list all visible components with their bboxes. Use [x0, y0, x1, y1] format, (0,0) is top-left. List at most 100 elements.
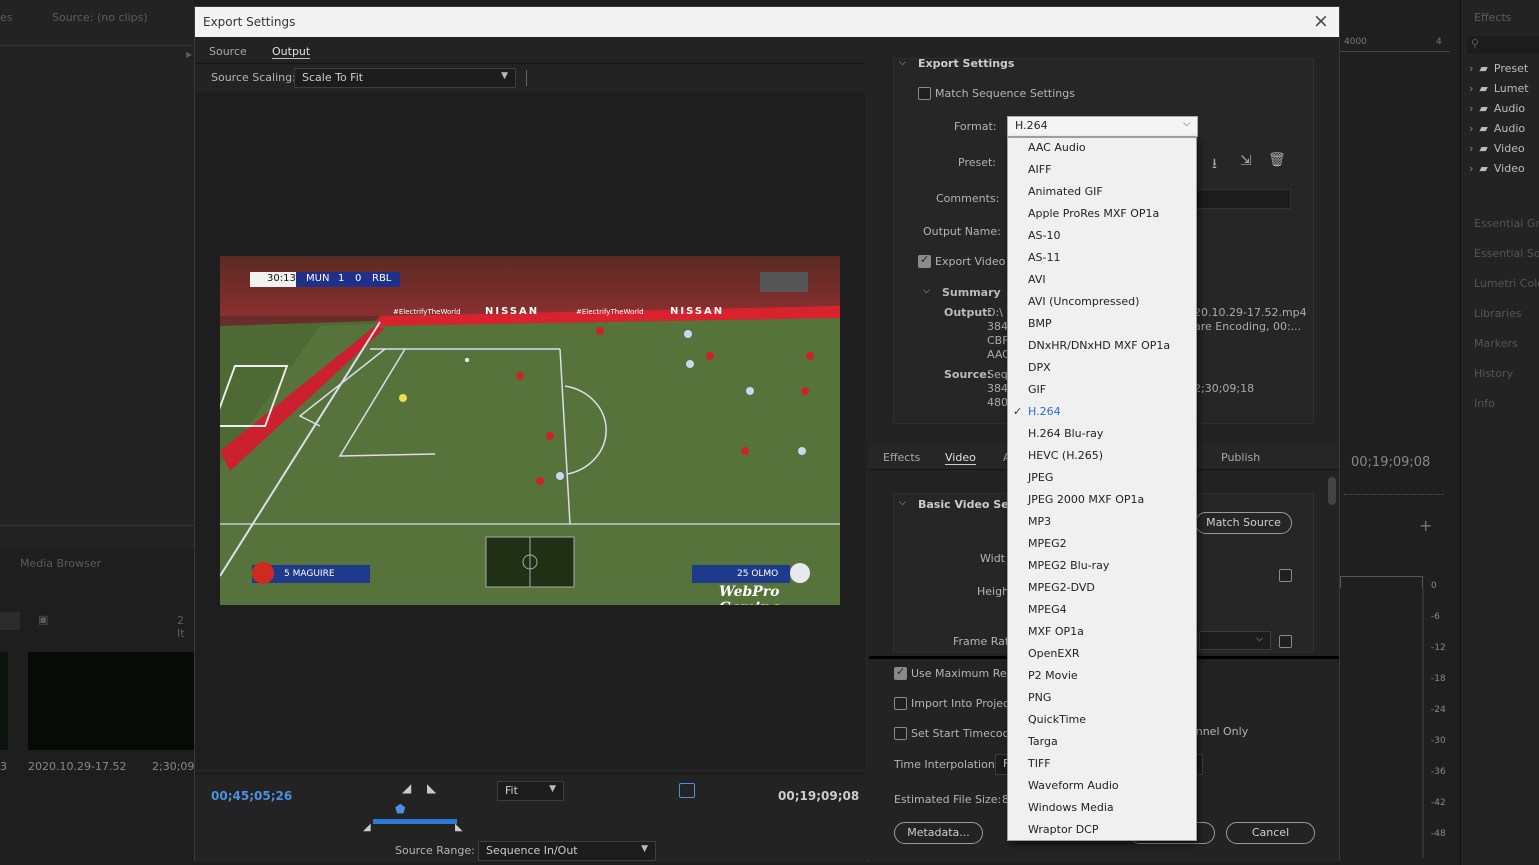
source-range-bar[interactable]: [373, 819, 457, 824]
timecode-in[interactable]: 00;45;05;26: [211, 789, 292, 803]
meter-tick-label: -6: [1431, 612, 1440, 622]
format-option[interactable]: H.264: [1008, 402, 1196, 424]
meter-tick-label: -42: [1431, 798, 1446, 808]
format-option[interactable]: QuickTime: [1008, 710, 1196, 732]
effects-item[interactable]: › ▰ Audio: [1469, 102, 1539, 120]
bg-source-tab[interactable]: Source: (no clips): [52, 11, 148, 24]
format-option[interactable]: DPX: [1008, 358, 1196, 380]
panel-tab[interactable]: Info: [1474, 397, 1539, 410]
chevron-down-icon[interactable]: ⌵: [899, 58, 906, 68]
tab-source[interactable]: Source: [209, 45, 247, 58]
comments-input[interactable]: [1191, 189, 1291, 209]
format-option[interactable]: AIFF: [1008, 160, 1196, 182]
mark-out-icon[interactable]: ◣: [427, 781, 436, 795]
clip-thumbnail[interactable]: [28, 652, 194, 750]
format-option[interactable]: MP3: [1008, 512, 1196, 534]
effects-search-input[interactable]: ⚲: [1467, 36, 1539, 54]
bg-tab-partial[interactable]: es: [0, 11, 13, 24]
format-option[interactable]: AVI: [1008, 270, 1196, 292]
format-option[interactable]: AS-11: [1008, 248, 1196, 270]
tab-video[interactable]: Video: [945, 451, 976, 465]
panel-tab[interactable]: Markers: [1474, 337, 1539, 350]
effects-item[interactable]: › ▰ Video: [1469, 142, 1539, 160]
timecode-out: 00;19;09;08: [778, 789, 860, 803]
format-option[interactable]: Targa: [1008, 732, 1196, 754]
tab-publish[interactable]: Publish: [1221, 451, 1260, 464]
zoom-select[interactable]: Fit ▼: [497, 781, 564, 801]
panel-tab[interactable]: History: [1474, 367, 1539, 380]
import-into-project-checkbox[interactable]: [894, 697, 907, 710]
format-option[interactable]: MPEG2 Blu-ray: [1008, 556, 1196, 578]
frame-rate-select[interactable]: ⌵: [1199, 631, 1271, 650]
export-video-checkbox[interactable]: [918, 253, 931, 268]
clip-thumbnail[interactable]: [0, 652, 8, 750]
format-option[interactable]: OpenEXR: [1008, 644, 1196, 666]
effects-title[interactable]: Effects: [1474, 11, 1511, 24]
clip-label: 3: [0, 760, 7, 773]
frame-rate-checkbox[interactable]: [1279, 635, 1292, 648]
set-start-timecode-checkbox[interactable]: [894, 727, 907, 740]
metadata-button[interactable]: Metadata...: [894, 822, 983, 844]
format-option[interactable]: HEVC (H.265): [1008, 446, 1196, 468]
delete-preset-icon[interactable]: 🗑: [1268, 152, 1286, 168]
format-option[interactable]: AVI (Uncompressed): [1008, 292, 1196, 314]
format-option[interactable]: MPEG2-DVD: [1008, 578, 1196, 600]
source-range-select[interactable]: Sequence In/Out ▼: [478, 841, 656, 861]
format-option[interactable]: AS-10: [1008, 226, 1196, 248]
summary-header[interactable]: Summary: [942, 286, 1001, 299]
format-option[interactable]: TIFF: [1008, 754, 1196, 776]
format-option[interactable]: PNG: [1008, 688, 1196, 710]
playhead-icon[interactable]: ⬟: [395, 802, 405, 816]
scrollbar[interactable]: [1328, 477, 1336, 505]
search-input[interactable]: [0, 612, 20, 630]
format-option[interactable]: Windows Media: [1008, 798, 1196, 820]
format-option[interactable]: Wraptor DCP: [1008, 820, 1196, 842]
format-option[interactable]: MXF OP1a: [1008, 622, 1196, 644]
tab-output[interactable]: Output: [272, 45, 311, 59]
width-checkbox[interactable]: [1279, 569, 1292, 582]
match-source-button[interactable]: Match Source: [1195, 512, 1292, 534]
range-end-handle[interactable]: ◣: [455, 822, 463, 833]
chevron-down-icon[interactable]: ⌵: [923, 286, 930, 296]
panel-tab[interactable]: Essential Sou: [1474, 247, 1539, 260]
effects-item[interactable]: › ▰ Lumet: [1469, 82, 1539, 100]
cancel-button[interactable]: Cancel: [1226, 822, 1315, 844]
aspect-ratio-icon[interactable]: [679, 783, 695, 798]
format-option[interactable]: MPEG2: [1008, 534, 1196, 556]
save-preset-icon[interactable]: ⭳: [1212, 153, 1217, 177]
panel-tab[interactable]: Essential Gra: [1474, 217, 1539, 230]
add-icon[interactable]: +: [1419, 516, 1432, 535]
format-option[interactable]: BMP: [1008, 314, 1196, 336]
effects-item[interactable]: › ▰ Video: [1469, 162, 1539, 180]
source-scaling-select[interactable]: Scale To Fit ▼: [294, 68, 516, 88]
format-option[interactable]: Waveform Audio: [1008, 776, 1196, 798]
format-option[interactable]: Animated GIF: [1008, 182, 1196, 204]
format-option[interactable]: MPEG4: [1008, 600, 1196, 622]
format-option[interactable]: H.264 Blu-ray: [1008, 424, 1196, 446]
mark-in-icon[interactable]: ◢: [402, 781, 411, 795]
match-sequence-checkbox[interactable]: [918, 87, 931, 100]
format-option[interactable]: AAC Audio: [1008, 138, 1196, 160]
use-max-render-checkbox[interactable]: [894, 665, 907, 680]
panel-tab[interactable]: Lumetri Colo: [1474, 277, 1539, 290]
format-option[interactable]: Apple ProRes MXF OP1a: [1008, 204, 1196, 226]
effects-item-label: Preset: [1493, 62, 1529, 75]
chevron-down-icon[interactable]: ⌵: [899, 498, 906, 508]
media-browser-tab[interactable]: Media Browser: [20, 557, 101, 570]
tab-effects[interactable]: Effects: [883, 451, 920, 464]
format-select[interactable]: H.264 ⌵: [1007, 116, 1198, 137]
panel-tab[interactable]: Libraries: [1474, 307, 1539, 320]
format-option[interactable]: GIF: [1008, 380, 1196, 402]
effects-item[interactable]: › ▰ Preset: [1469, 62, 1539, 80]
folder-icon[interactable]: ▣: [38, 613, 48, 626]
close-icon[interactable]: ×: [1313, 10, 1329, 32]
folder-icon: ▰: [1479, 102, 1488, 115]
format-option[interactable]: JPEG 2000 MXF OP1a: [1008, 490, 1196, 512]
format-option[interactable]: P2 Movie: [1008, 666, 1196, 688]
effects-item[interactable]: › ▰ Audio: [1469, 122, 1539, 140]
format-option[interactable]: DNxHR/DNxHD MXF OP1a: [1008, 336, 1196, 358]
import-preset-icon[interactable]: ⇲: [1240, 153, 1252, 169]
range-start-handle[interactable]: ◢: [363, 822, 371, 833]
export-settings-header[interactable]: Export Settings: [918, 57, 1014, 70]
format-option[interactable]: JPEG: [1008, 468, 1196, 490]
